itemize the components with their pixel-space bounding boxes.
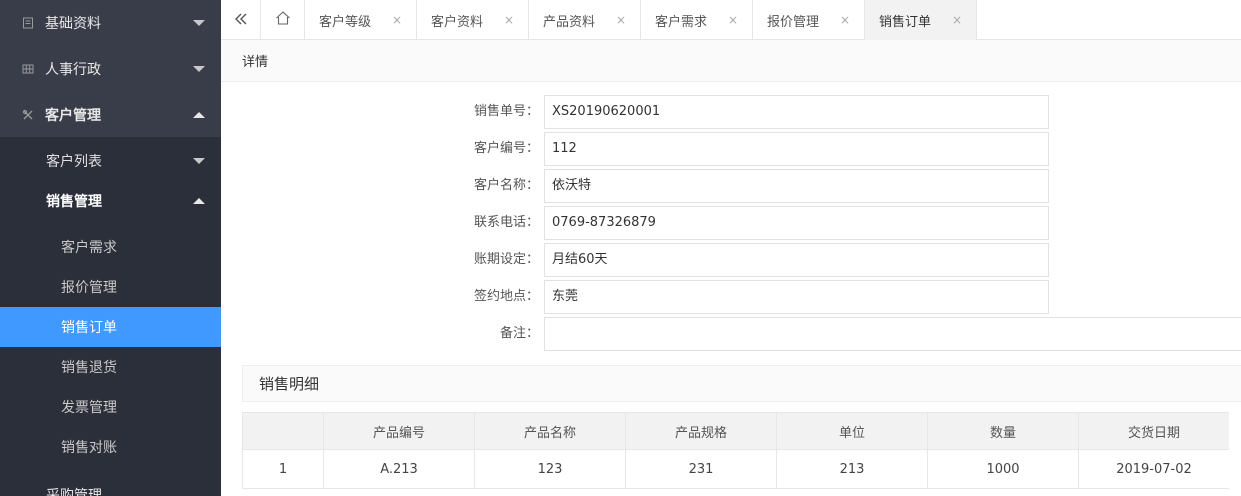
- table-row[interactable]: 1 A.213 123 231 213 1000 2019-07-02: [242, 450, 1241, 489]
- close-icon[interactable]: ×: [840, 13, 850, 27]
- sidebar-item-label: 销售订单: [61, 320, 117, 336]
- phone-field[interactable]: 0769-87326879: [544, 206, 1049, 240]
- customer-name-field[interactable]: 依沃特: [544, 169, 1049, 203]
- sidebar-item-label: 销售退货: [61, 360, 117, 376]
- customer-no-field[interactable]: 112: [544, 132, 1049, 166]
- doc-icon: [21, 16, 35, 30]
- sidebar-item-label: 销售对账: [61, 440, 117, 456]
- field-label: 销售单号：: [473, 104, 539, 119]
- close-icon[interactable]: ×: [616, 13, 626, 27]
- tab-label: 客户需求: [655, 14, 708, 30]
- field-label: 账期设定：: [473, 252, 539, 267]
- caret-down-icon: [193, 20, 205, 26]
- tab-label: 客户等级: [319, 14, 372, 30]
- table-cell: 213: [776, 450, 927, 489]
- tab-customer-level[interactable]: 客户等级 ×: [305, 0, 417, 40]
- tab-customer-demand[interactable]: 客户需求 ×: [641, 0, 753, 40]
- sidebar-item-label: 发票管理: [61, 400, 117, 416]
- form-row-customer-name: 客户名称： 依沃特: [221, 169, 1241, 203]
- table-cell: 1000: [927, 450, 1078, 489]
- table-cell: A.213: [323, 450, 474, 489]
- tools-icon: [21, 108, 35, 122]
- column-header[interactable]: 产品编号: [323, 412, 474, 450]
- column-header[interactable]: 产品规格: [625, 412, 776, 450]
- sidebar-item-label: 基础资料: [45, 16, 101, 32]
- sidebar-item-invoice-management[interactable]: 发票管理: [0, 387, 221, 427]
- form-row-sign-location: 签约地点： 东莞: [221, 280, 1241, 314]
- sidebar-item-sales-reconciliation[interactable]: 销售对账: [0, 427, 221, 467]
- sidebar-item-customer-management[interactable]: 客户管理: [0, 92, 221, 138]
- form-row-payment-term: 账期设定： 月结60天: [221, 243, 1241, 277]
- form-row-order-no: 销售单号： XS20190620001: [221, 95, 1241, 129]
- column-header[interactable]: 数量: [927, 412, 1078, 450]
- table-cell: 231: [625, 450, 776, 489]
- column-header[interactable]: 单位: [776, 412, 927, 450]
- column-header[interactable]: 交货日期: [1078, 412, 1229, 450]
- sidebar-item-quote-management[interactable]: 报价管理: [0, 267, 221, 307]
- sidebar-item-customer-list[interactable]: 客户列表: [0, 141, 221, 181]
- remark-field[interactable]: [544, 317, 1241, 351]
- tab-customer-data[interactable]: 客户资料 ×: [417, 0, 529, 40]
- sales-detail-title: 销售明细: [242, 365, 1241, 402]
- detail-header-title: 详情: [242, 55, 269, 70]
- form-row-phone: 联系电话： 0769-87326879: [221, 206, 1241, 240]
- sidebar-item-sales-management[interactable]: 销售管理: [0, 181, 221, 221]
- table-cell: 1: [242, 450, 323, 489]
- sidebar-item-label: 客户需求: [61, 240, 117, 256]
- sidebar-item-hr[interactable]: 人事行政: [0, 46, 221, 92]
- order-no-field[interactable]: XS20190620001: [544, 95, 1049, 129]
- tab-label: 销售订单: [879, 14, 932, 30]
- field-label: 客户名称：: [473, 178, 539, 193]
- sidebar-item-label: 客户列表: [46, 154, 102, 170]
- field-label: 客户编号：: [473, 141, 539, 156]
- sidebar-item-label: 人事行政: [45, 62, 101, 78]
- sidebar-item-customer-demand[interactable]: 客户需求: [0, 227, 221, 267]
- tab-product-data[interactable]: 产品资料 ×: [529, 0, 641, 40]
- column-header[interactable]: 产品名称: [474, 412, 625, 450]
- sales-detail-table: 产品编号 产品名称 产品规格 单位 数量 交货日期 1 A.213 123 23…: [242, 412, 1241, 489]
- tab-label: 客户资料: [431, 14, 484, 30]
- sidebar-item-label: 客户管理: [45, 108, 101, 124]
- caret-up-icon: [193, 112, 205, 118]
- section-title: 销售明细: [259, 375, 320, 393]
- sidebar-item-sales-return[interactable]: 销售退货: [0, 347, 221, 387]
- sidebar-item-sales-order[interactable]: 销售订单: [0, 307, 221, 347]
- table-cell: 2019-07-02: [1078, 450, 1229, 489]
- tab-quote-management[interactable]: 报价管理 ×: [753, 0, 865, 40]
- sidebar-submenu: 客户列表 销售管理 客户需求 报价管理 销售订单 销售退货 发票管理 销售对账 …: [0, 137, 221, 496]
- table-header-row: 产品编号 产品名称 产品规格 单位 数量 交货日期: [242, 412, 1241, 450]
- form-row-remark: 备注：: [221, 317, 1241, 351]
- grid-icon: [21, 62, 35, 76]
- tab-label: 报价管理: [767, 14, 820, 30]
- double-chevron-left-icon: [234, 11, 248, 30]
- close-icon[interactable]: ×: [728, 13, 738, 27]
- sign-location-field[interactable]: 东莞: [544, 280, 1049, 314]
- close-icon[interactable]: ×: [952, 13, 962, 27]
- field-label: 签约地点：: [473, 289, 539, 304]
- tab-bar: 客户等级 × 客户资料 × 产品资料 × 客户需求 × 报价管理 × 销售订单 …: [221, 0, 1241, 40]
- caret-down-icon: [193, 158, 205, 164]
- close-icon[interactable]: ×: [504, 13, 514, 27]
- sidebar-item-label: 报价管理: [61, 280, 117, 296]
- caret-up-icon: [193, 198, 205, 204]
- close-icon[interactable]: ×: [392, 13, 402, 27]
- tab-label: 产品资料: [543, 14, 596, 30]
- home-tab[interactable]: [261, 0, 305, 40]
- detail-header: 详情: [221, 40, 1241, 82]
- field-label: 备注：: [499, 326, 539, 341]
- sidebar-item-basic-data[interactable]: 基础资料: [0, 0, 221, 46]
- table-cell: 123: [474, 450, 625, 489]
- caret-down-icon: [193, 66, 205, 72]
- form-row-customer-no: 客户编号： 112: [221, 132, 1241, 166]
- sidebar: 基础资料 人事行政 客户管理 客户列表 销售管理 客户需求 报价管理 销售订单 …: [0, 0, 221, 496]
- sidebar-item-label: 采购管理: [46, 488, 102, 496]
- sidebar-item-label: 销售管理: [46, 194, 102, 210]
- sidebar-item-purchase-management[interactable]: 采购管理: [0, 475, 221, 496]
- field-label: 联系电话：: [473, 215, 539, 230]
- home-icon: [275, 10, 291, 30]
- tab-sales-order[interactable]: 销售订单 ×: [865, 0, 977, 40]
- column-header: [242, 412, 323, 450]
- payment-term-field[interactable]: 月结60天: [544, 243, 1049, 277]
- collapse-sidebar-button[interactable]: [221, 0, 261, 40]
